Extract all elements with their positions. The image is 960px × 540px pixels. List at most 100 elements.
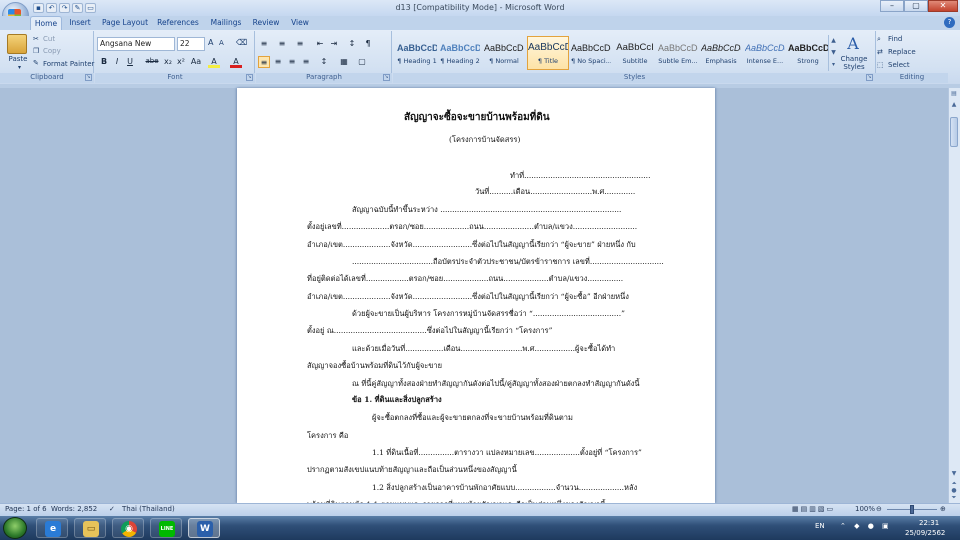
language-bar[interactable]: EN: [815, 522, 825, 530]
minimize-button[interactable]: –: [880, 0, 904, 12]
highlight-button[interactable]: A: [208, 56, 220, 68]
underline-button[interactable]: U: [124, 56, 136, 68]
zoom-out-icon[interactable]: ⊖: [876, 505, 882, 514]
scroll-down-icon[interactable]: ▼: [949, 469, 959, 479]
maximize-button[interactable]: ▢: [904, 0, 928, 12]
grow-font-icon[interactable]: A: [208, 38, 213, 47]
replace-button[interactable]: Replace: [888, 48, 916, 56]
style-normal[interactable]: AaBbCcDd ¶ Normal: [483, 36, 525, 70]
zoom-level[interactable]: 100%: [855, 505, 875, 514]
spelling-icon[interactable]: ✓: [109, 505, 115, 514]
taskbar-chrome[interactable]: ◉: [112, 518, 144, 538]
cut-icon[interactable]: ✂: [33, 35, 39, 43]
find-button[interactable]: Find: [888, 35, 902, 43]
language-indicator[interactable]: Thai (Thailand): [122, 505, 175, 514]
vertical-scrollbar[interactable]: [948, 88, 960, 503]
shrink-font-icon[interactable]: A: [219, 39, 224, 47]
taskbar-explorer[interactable]: ▭: [74, 518, 106, 538]
shading-button[interactable]: ▦: [338, 56, 350, 68]
line-spacing-button[interactable]: ↕: [318, 56, 330, 68]
scroll-thumb[interactable]: [950, 117, 958, 147]
view-buttons-icon[interactable]: ▦▤▥▧▭: [792, 505, 835, 514]
styles-scroll-icon[interactable]: ▲ ▼ ▾: [828, 35, 838, 71]
clock-date[interactable]: 25/09/2562: [905, 529, 945, 537]
start-button[interactable]: [3, 517, 27, 539]
taskbar-ie[interactable]: e: [36, 518, 68, 538]
bullets-button[interactable]: ≡: [258, 38, 270, 50]
increase-indent-button[interactable]: ⇥: [328, 38, 340, 50]
tab-view[interactable]: View: [286, 16, 314, 30]
replace-icon[interactable]: ⇄: [877, 48, 883, 56]
style-intense-e[interactable]: AaBbCcDd Intense E...: [744, 36, 786, 70]
redo-icon[interactable]: ↷: [59, 3, 70, 13]
style-title[interactable]: AaBbCcDd ¶ Title: [527, 36, 569, 70]
tab-references[interactable]: References: [154, 16, 202, 30]
zoom-in-icon[interactable]: ⊕: [940, 505, 946, 514]
tab-mailings[interactable]: Mailings: [206, 16, 246, 30]
tab-review[interactable]: Review: [250, 16, 282, 30]
taskbar-line[interactable]: LINE: [150, 518, 182, 538]
select-icon[interactable]: ⬚: [877, 61, 884, 69]
help-icon[interactable]: ?: [944, 17, 955, 28]
copy-icon[interactable]: ❐: [33, 47, 39, 55]
cut-button[interactable]: Cut: [43, 35, 55, 43]
ruler-toggle-icon[interactable]: ▤: [949, 89, 959, 99]
clear-formatting-icon[interactable]: ⌫: [236, 38, 247, 47]
clipboard-launcher-icon[interactable]: ↘: [85, 74, 92, 81]
change-case-button[interactable]: Aa: [188, 56, 204, 68]
justify-button[interactable]: ≡: [300, 56, 312, 68]
format-painter-icon[interactable]: ✎: [33, 59, 39, 67]
font-color-button[interactable]: A: [230, 56, 242, 68]
tab-insert[interactable]: Insert: [64, 16, 96, 30]
style-heading-1[interactable]: AaBbCcDd ¶ Heading 1: [396, 36, 438, 70]
style-strong[interactable]: AaBbCcDd Strong: [787, 36, 829, 70]
format-painter-button[interactable]: Format Painter: [43, 60, 94, 68]
undo-icon[interactable]: ↶: [46, 3, 57, 13]
multilevel-list-button[interactable]: ≡: [294, 38, 306, 50]
page-count[interactable]: Page: 1 of 6: [5, 505, 47, 514]
taskbar-word[interactable]: W: [188, 518, 220, 538]
style-emphasis[interactable]: AaBbCcDd Emphasis: [700, 36, 742, 70]
bold-button[interactable]: B: [98, 56, 110, 68]
italic-button[interactable]: I: [111, 56, 123, 68]
print-preview-icon[interactable]: ▭: [85, 3, 96, 13]
paragraph-launcher-icon[interactable]: ↘: [383, 74, 390, 81]
style-subtle-em[interactable]: AaBbCcDd Subtle Em...: [657, 36, 699, 70]
clock-time[interactable]: 22:31: [919, 519, 939, 527]
paste-icon[interactable]: [7, 34, 27, 54]
close-button[interactable]: ✕: [928, 0, 958, 12]
zoom-slider-thumb[interactable]: [910, 505, 914, 514]
paste-dropdown-icon[interactable]: ▾: [18, 64, 21, 71]
tray-icons[interactable]: ⌃ ◆ ● ▣: [840, 522, 892, 530]
document-page[interactable]: สัญญาจะซื้อจะขายบ้านพร้อมที่ดิน (โครงการ…: [237, 88, 715, 509]
align-left-button[interactable]: ≡: [258, 56, 270, 68]
tab-page-layout[interactable]: Page Layout: [100, 16, 150, 30]
find-icon[interactable]: ⌕: [877, 35, 881, 44]
change-styles-icon[interactable]: A: [844, 35, 862, 53]
style-no-spaci[interactable]: AaBbCcDd ¶ No Spaci...: [570, 36, 612, 70]
strikethrough-button[interactable]: abe: [144, 56, 160, 68]
copy-button[interactable]: Copy: [43, 47, 61, 55]
superscript-button[interactable]: x²: [175, 56, 187, 68]
style-subtitle[interactable]: AaBbCcI Subtitle: [614, 36, 656, 70]
font-name-dropdown[interactable]: Angsana New: [97, 37, 175, 51]
select-button[interactable]: Select: [888, 61, 910, 69]
paste-button-label[interactable]: Paste: [6, 55, 30, 63]
align-right-button[interactable]: ≡: [286, 56, 298, 68]
word-count[interactable]: Words: 2,852: [51, 505, 97, 514]
change-styles-button[interactable]: Change Styles: [840, 55, 868, 71]
subscript-button[interactable]: x₂: [162, 56, 174, 68]
sort-button[interactable]: ↕: [346, 38, 358, 50]
edit-icon[interactable]: ✎: [72, 3, 83, 13]
styles-launcher-icon[interactable]: ↘: [866, 74, 873, 81]
show-formatting-button[interactable]: ¶: [362, 38, 374, 50]
save-icon[interactable]: ▪: [33, 3, 44, 13]
numbering-button[interactable]: ≡: [276, 38, 288, 50]
scroll-up-icon[interactable]: ▲: [949, 100, 959, 110]
tab-home[interactable]: Home: [30, 16, 62, 30]
font-launcher-icon[interactable]: ↘: [246, 74, 253, 81]
decrease-indent-button[interactable]: ⇤: [314, 38, 326, 50]
style-heading-2[interactable]: AaBbCcDd ¶ Heading 2: [439, 36, 481, 70]
borders-button[interactable]: ▢: [356, 56, 368, 68]
next-page-icon[interactable]: ⏷: [949, 493, 959, 503]
